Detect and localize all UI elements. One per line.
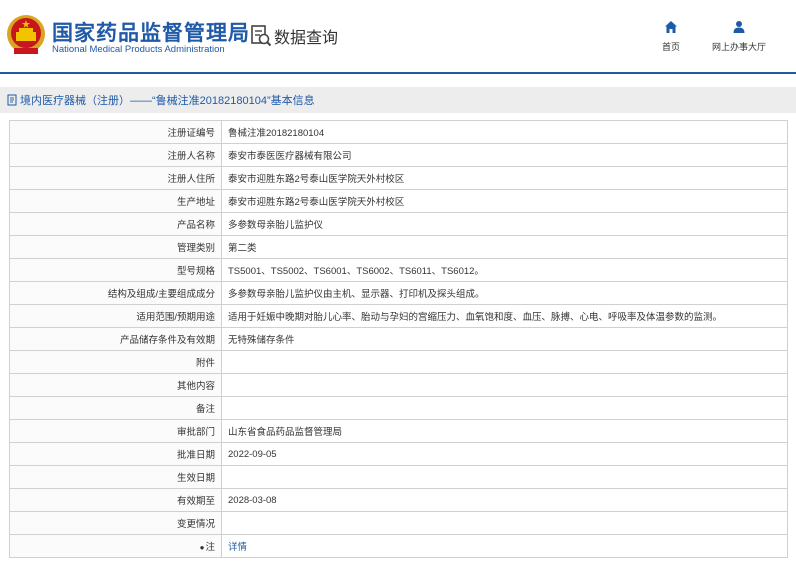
field-label: 变更情况 [9, 511, 222, 535]
nav-online-service-hall[interactable]: 网上办事大厅 [712, 20, 766, 53]
document-icon [7, 94, 17, 106]
field-label: 有效期至 [9, 488, 222, 512]
nav-home-label: 首页 [662, 42, 681, 52]
field-value: 多参数母亲胎儿监护仪由主机、显示器、打印机及探头组成。 [221, 281, 788, 305]
table-row: 生效日期 [9, 465, 788, 489]
field-label: 注册人名称 [9, 143, 222, 167]
nav-home[interactable]: 首页 [662, 20, 680, 53]
field-value: TS5001、TS5002、TS6001、TS6002、TS6011、TS601… [221, 258, 788, 282]
field-label: 生产地址 [9, 189, 222, 213]
table-row: 审批部门 山东省食品药品监督管理局 [9, 419, 788, 443]
field-label: 管理类别 [9, 235, 222, 259]
field-value: 多参数母亲胎儿监护仪 [221, 212, 788, 236]
field-label: 批准日期 [9, 442, 222, 466]
table-row: 变更情况 [9, 511, 788, 535]
field-label: 备注 [9, 396, 222, 420]
table-row: 型号规格 TS5001、TS5002、TS6001、TS6002、TS6011、T… [9, 258, 788, 282]
details-link[interactable]: 详情 [228, 542, 247, 553]
field-label: 产品储存条件及有效期 [9, 327, 222, 351]
user-icon [733, 21, 745, 33]
table-row: 生产地址 泰安市迎胜东路2号泰山医学院天外村校区 [9, 189, 788, 213]
note-label: 注 [205, 542, 215, 553]
field-label: 生效日期 [9, 465, 222, 489]
site-subtitle: National Medical Products Administration [52, 44, 225, 55]
field-value: 泰安市迎胜东路2号泰山医学院天外村校区 [221, 166, 788, 190]
field-value: 2028-03-08 [221, 488, 788, 512]
field-value: 鲁械注准20182180104 [221, 120, 788, 144]
table-row: 有效期至 2028-03-08 [9, 488, 788, 512]
field-label: 型号规格 [9, 258, 222, 282]
table-row: 注册人名称 泰安市泰医医疗器械有限公司 [9, 143, 788, 167]
site-header: 国家药品监督管理局 National Medical Products Admi… [0, 0, 796, 72]
header-divider [0, 72, 796, 74]
field-label: 附件 [9, 350, 222, 374]
note-icon: ● [199, 543, 205, 552]
table-row: 产品名称 多参数母亲胎儿监护仪 [9, 212, 788, 236]
field-value: 泰安市泰医医疗器械有限公司 [221, 143, 788, 167]
detail-table: 注册证编号 鲁械注准20182180104 注册人名称 泰安市泰医医疗器械有限公司 注册… [9, 120, 788, 558]
nav-online-service-hall-label: 网上办事大厅 [712, 42, 767, 52]
table-row: 适用范围/预期用途 适用于妊娠中晚期对胎儿心率、胎动与孕妇的宫缩压力、血氧饱和度、… [9, 304, 788, 328]
table-row: 注册证编号 鲁械注准20182180104 [9, 120, 788, 144]
field-value: 山东省食品药品监督管理局 [221, 419, 788, 443]
table-row: 批准日期 2022-09-05 [9, 442, 788, 466]
field-value: 2022-09-05 [221, 442, 788, 466]
field-label: 其他内容 [9, 373, 222, 397]
field-value [221, 465, 788, 489]
table-row: 附件 [9, 350, 788, 374]
field-value [221, 373, 788, 397]
home-icon [665, 21, 677, 33]
field-label: 产品名称 [9, 212, 222, 236]
field-label-note: ●注 [9, 534, 222, 558]
table-row: 注册人住所 泰安市迎胜东路2号泰山医学院天外村校区 [9, 166, 788, 190]
data-query-icon [251, 25, 272, 47]
section-header: 境内医疗器械（注册）——“鲁械注准20182180104”基本信息 [0, 87, 796, 113]
field-value-note: 详情 [221, 534, 788, 558]
table-row-note: ●注 详情 [9, 534, 788, 558]
field-value: 适用于妊娠中晚期对胎儿心率、胎动与孕妇的宫缩压力、血氧饱和度、血压、脉搏、心电、… [221, 304, 788, 328]
field-label: 注册人住所 [9, 166, 222, 190]
field-value [221, 511, 788, 535]
table-row: 产品储存条件及有效期 无特殊储存条件 [9, 327, 788, 351]
field-label: 注册证编号 [9, 120, 222, 144]
field-value: 泰安市迎胜东路2号泰山医学院天外村校区 [221, 189, 788, 213]
site-title: 国家药品监督管理局 [52, 22, 250, 45]
field-value: 第二类 [221, 235, 788, 259]
table-row: 管理类别 第二类 [9, 235, 788, 259]
field-value [221, 396, 788, 420]
field-value [221, 350, 788, 374]
section-title: 境内医疗器械（注册）——“鲁械注准20182180104”基本信息 [20, 95, 315, 107]
field-value: 无特殊储存条件 [221, 327, 788, 351]
data-query-title: 数据查询 [274, 30, 339, 47]
data-query-logo: 数据查询 [250, 24, 338, 48]
table-row: 备注 [9, 396, 788, 420]
field-label: 审批部门 [9, 419, 222, 443]
table-row: 其他内容 [9, 373, 788, 397]
field-label: 适用范围/预期用途 [9, 304, 222, 328]
table-row: 结构及组成/主要组成成分 多参数母亲胎儿监护仪由主机、显示器、打印机及探头组成。 [9, 281, 788, 305]
field-label: 结构及组成/主要组成成分 [9, 281, 222, 305]
national-emblem-icon [7, 15, 45, 54]
